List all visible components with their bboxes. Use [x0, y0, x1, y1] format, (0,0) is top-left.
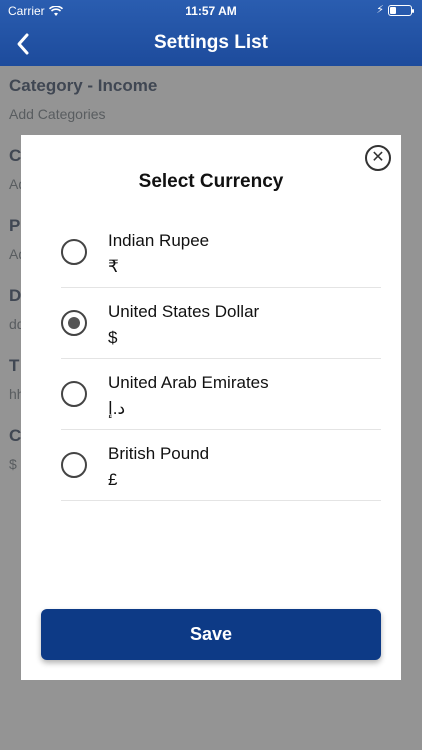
- close-icon[interactable]: ✕: [365, 145, 391, 171]
- nav-bar: Settings List: [0, 22, 422, 66]
- currency-symbol: $: [108, 328, 118, 347]
- currency-name: United Arab Emirates: [108, 373, 269, 392]
- radio-button[interactable]: [61, 452, 87, 478]
- status-bar: Carrier 11:57 AM ⚡: [0, 0, 422, 22]
- page-title: Settings List: [153, 32, 268, 53]
- currency-symbol: ₹: [108, 257, 119, 276]
- currency-options: Indian Rupee ₹ United States Dollar $ Un…: [61, 217, 381, 501]
- currency-symbol: £: [108, 470, 118, 489]
- status-time: 11:57 AM: [185, 4, 237, 18]
- charging-icon: ⚡: [376, 4, 384, 16]
- currency-symbol: د.إ: [108, 399, 126, 418]
- currency-option-inr[interactable]: Indian Rupee ₹: [61, 217, 381, 288]
- currency-name: United States Dollar: [108, 302, 260, 321]
- radio-button[interactable]: [61, 381, 87, 407]
- currency-name: Indian Rupee: [108, 231, 210, 250]
- battery-icon: [388, 5, 414, 16]
- currency-modal: ✕ Select Currency Indian Rupee ₹ United …: [21, 135, 401, 680]
- currency-name: British Pound: [108, 444, 210, 463]
- currency-option-aed[interactable]: United Arab Emirates د.إ: [61, 359, 381, 430]
- radio-button[interactable]: [61, 239, 87, 265]
- save-button[interactable]: Save: [41, 609, 381, 660]
- modal-title: Select Currency: [138, 171, 284, 192]
- currency-option-usd[interactable]: United States Dollar $: [61, 288, 381, 359]
- top-bar: Carrier 11:57 AM ⚡ Settings List: [0, 0, 422, 66]
- currency-option-gbp[interactable]: British Pound £: [61, 430, 381, 501]
- radio-button-selected[interactable]: [61, 310, 87, 336]
